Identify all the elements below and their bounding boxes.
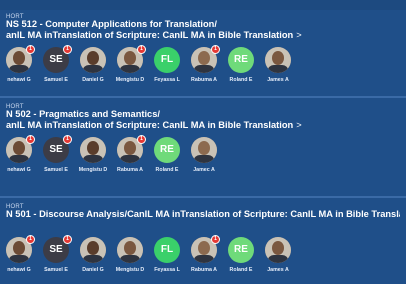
member-name: nehawi G [7, 167, 31, 173]
top-edge-strip [0, 0, 406, 10]
avatar-initials[interactable]: FL [154, 47, 180, 73]
avatar-photo[interactable] [191, 137, 217, 163]
course-title-link[interactable]: N 502 - Pragmatics and Semantics/ anIL M… [6, 109, 400, 131]
member-rabuma-a[interactable]: 1 Rabuma A [187, 45, 221, 91]
member-name: Mengistu D [115, 267, 145, 273]
course-card-n-501[interactable]: HORT N 501 - Discourse Analysis/CanIL MA… [0, 200, 406, 284]
member-name: Samuel E [44, 77, 68, 83]
member-feyassa-l[interactable]: FL Feyassa L [150, 237, 184, 281]
member-nehawi-g[interactable]: 1 nehawi G [2, 235, 36, 281]
person-photo-icon [80, 237, 106, 263]
member-rabuma-a[interactable]: 1 Rabuma A [187, 235, 221, 281]
member-name: Roland E [229, 267, 253, 273]
member-roland-e[interactable]: RE Roland E [224, 47, 258, 91]
member-name: Jamec A [193, 167, 215, 173]
member-name: nehawi G [7, 267, 31, 273]
member-name: James A [267, 267, 289, 273]
member-name: Daniel G [82, 267, 104, 273]
member-name: Samuel E [44, 267, 68, 273]
member-mengistu-d[interactable]: Mengistu D [113, 237, 147, 281]
notification-badge: 1 [211, 45, 220, 54]
section-divider [0, 196, 406, 198]
notification-badge: 1 [63, 135, 72, 144]
course-list-view: HORT NS 512 - Computer Applications for … [0, 0, 406, 284]
member-name: Rabuma A [117, 167, 143, 173]
member-name: Rabuma A [191, 267, 217, 273]
member-name: Mengistu D [115, 77, 145, 83]
notification-badge: 1 [26, 235, 35, 244]
course-title-line1: N 501 - Discourse Analysis/CanIL MA inTr… [6, 209, 400, 219]
course-title-line2: anIL MA inTranslation of Scripture: CanI… [6, 30, 294, 40]
person-photo-icon [265, 237, 291, 263]
member-avatar-row: 1 nehawi G SE 1 Samuel E Daniel G Mengistu D FL… [0, 235, 406, 281]
member-samuel-e[interactable]: SE 1 Samuel E [39, 235, 73, 281]
member-samuel-e[interactable]: SE 1 Samuel E [39, 45, 73, 91]
avatar-photo[interactable] [80, 137, 106, 163]
member-roland-e[interactable]: RE Roland E [224, 237, 258, 281]
notification-badge: 1 [137, 135, 146, 144]
course-card-ns-512[interactable]: HORT NS 512 - Computer Applications for … [0, 10, 406, 96]
section-divider [0, 96, 406, 98]
course-title-line1: NS 512 - Computer Applications for Trans… [6, 19, 217, 29]
person-photo-icon [80, 47, 106, 73]
member-mengistu-d[interactable]: 1 Mengistu D [113, 45, 147, 91]
avatar-photo[interactable] [80, 237, 106, 263]
notification-badge: 1 [26, 45, 35, 54]
course-title-line1: N 502 - Pragmatics and Semantics/ [6, 109, 160, 119]
member-mengistu-d[interactable]: Mengistu D [76, 137, 110, 181]
notification-badge: 1 [63, 45, 72, 54]
member-name: Roland E [229, 77, 253, 83]
avatar-photo[interactable] [265, 47, 291, 73]
avatar-photo[interactable] [80, 47, 106, 73]
person-photo-icon [191, 137, 217, 163]
member-samuel-e[interactable]: SE 1 Samuel E [39, 135, 73, 181]
notification-badge: 1 [63, 235, 72, 244]
avatar-initials[interactable]: FL [154, 237, 180, 263]
member-name: Feyassa L [154, 77, 180, 83]
member-name: Feyassa L [154, 267, 180, 273]
member-name: Rabuma A [191, 77, 217, 83]
member-name: Roland E [155, 167, 179, 173]
member-rabuma-a[interactable]: 1 Rabuma A [113, 135, 147, 181]
member-name: nehawi G [7, 77, 31, 83]
person-photo-icon [80, 137, 106, 163]
member-avatar-row: 1 nehawi G SE 1 Samuel E Mengistu D 1 Rabuma AR… [0, 135, 406, 181]
chevron-right-icon[interactable]: > [296, 30, 301, 40]
member-nehawi-g[interactable]: 1 nehawi G [2, 135, 36, 181]
member-james-a[interactable]: James A [261, 47, 295, 91]
notification-badge: 1 [137, 45, 146, 54]
member-daniel-g[interactable]: Daniel G [76, 47, 110, 91]
avatar-initials[interactable]: RE [228, 47, 254, 73]
member-name: Samuel E [44, 167, 68, 173]
chevron-right-icon[interactable]: > [296, 120, 301, 130]
avatar-initials[interactable]: RE [154, 137, 180, 163]
member-james-a[interactable]: James A [261, 237, 295, 281]
member-name: James A [267, 77, 289, 83]
member-nehawi-g[interactable]: 1 nehawi G [2, 45, 36, 91]
member-feyassa-l[interactable]: FL Feyassa L [150, 47, 184, 91]
member-daniel-g[interactable]: Daniel G [76, 237, 110, 281]
avatar-initials[interactable]: RE [228, 237, 254, 263]
course-title-line2: anIL MA inTranslation of Scripture: CanI… [6, 120, 294, 130]
notification-badge: 1 [211, 235, 220, 244]
avatar-photo[interactable] [117, 237, 143, 263]
notification-badge: 1 [26, 135, 35, 144]
course-card-n-502[interactable]: HORT N 502 - Pragmatics and Semantics/ a… [0, 100, 406, 186]
member-jamec-a[interactable]: Jamec A [187, 137, 221, 181]
member-name: Daniel G [82, 77, 104, 83]
person-photo-icon [265, 47, 291, 73]
member-name: Mengistu D [78, 167, 108, 173]
course-title-link[interactable]: N 501 - Discourse Analysis/CanIL MA inTr… [6, 209, 400, 220]
avatar-photo[interactable] [265, 237, 291, 263]
course-title-link[interactable]: NS 512 - Computer Applications for Trans… [6, 19, 400, 41]
person-photo-icon [117, 237, 143, 263]
member-roland-e[interactable]: RE Roland E [150, 137, 184, 181]
member-avatar-row: 1 nehawi G SE 1 Samuel E Daniel G 1 Mengistu DF… [0, 45, 406, 91]
